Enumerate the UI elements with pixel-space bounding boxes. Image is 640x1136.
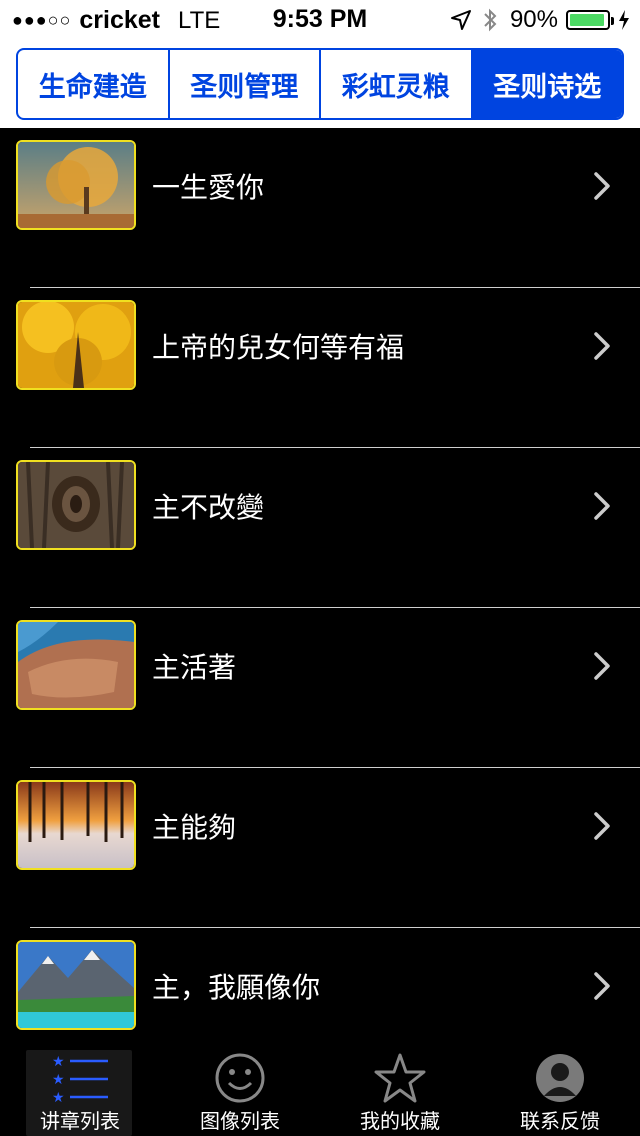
- svg-text:★: ★: [52, 1054, 65, 1070]
- list-item[interactable]: 主活著: [0, 608, 640, 768]
- tab-sermon-list[interactable]: ★ ★ ★ 讲章列表: [0, 1046, 160, 1136]
- chevron-right-icon: [594, 652, 610, 680]
- battery-icon: [566, 10, 614, 30]
- list-icon: ★ ★ ★: [52, 1054, 108, 1104]
- segment-lingliang[interactable]: 彩虹灵粮: [321, 50, 473, 118]
- list-item-title: 主不改變: [152, 491, 265, 524]
- list-item[interactable]: 主，我願像你: [0, 928, 640, 1046]
- list-item-title: 主能夠: [152, 811, 237, 844]
- tab-image-list[interactable]: 图像列表: [160, 1046, 320, 1136]
- thumbnail-golden-tree: [16, 300, 136, 390]
- location-icon: [450, 10, 471, 30]
- svg-text:★: ★: [52, 1090, 65, 1104]
- segment-shixuan[interactable]: 圣则诗选: [472, 50, 622, 118]
- thumbnail-winter-sunset: [16, 780, 136, 870]
- segment-shengming[interactable]: 生命建造: [18, 50, 170, 118]
- thumbnail-autumn-tree: [16, 140, 136, 230]
- list-item[interactable]: 主能夠: [0, 768, 640, 928]
- segmented-control: 生命建造 圣则管理 彩虹灵粮 圣则诗选: [16, 48, 624, 120]
- smiley-icon: [215, 1053, 265, 1103]
- segment-guanli[interactable]: 圣则管理: [170, 50, 321, 118]
- list-item[interactable]: 主不改變: [0, 448, 640, 608]
- tab-label: 我的收藏: [360, 1109, 440, 1133]
- tab-feedback[interactable]: 联系反馈: [480, 1046, 640, 1136]
- tab-label: 讲章列表: [40, 1109, 120, 1133]
- thumbnail-tree-bark: [16, 460, 136, 550]
- chevron-right-icon: [594, 972, 610, 1000]
- list-item[interactable]: 一生愛你: [0, 128, 640, 288]
- svg-text:★: ★: [52, 1072, 65, 1088]
- status-bar: ●●●○○ cricket LTE 9:53 PM 90%: [0, 0, 640, 40]
- tab-label: 图像列表: [200, 1109, 280, 1133]
- list-item-title: 上帝的兒女何等有福: [152, 331, 405, 364]
- list-item-title: 主，我願像你: [152, 971, 321, 1004]
- battery-percent: 90%: [509, 6, 558, 33]
- tab-bar: ★ ★ ★ 讲章列表 图像列表 我的收藏 联系反馈: [0, 1046, 640, 1136]
- tab-favorites[interactable]: 我的收藏: [320, 1046, 480, 1136]
- poem-list: 一生愛你 上帝的兒女何等有福 主不改變 主活著 主能夠 主，我願像你: [0, 128, 640, 1046]
- thumbnail-mountain-lake: [16, 940, 136, 1030]
- person-icon: [536, 1054, 584, 1102]
- chevron-right-icon: [594, 332, 610, 360]
- chevron-right-icon: [594, 812, 610, 840]
- tab-label: 联系反馈: [520, 1109, 600, 1133]
- bluetooth-icon: [484, 8, 497, 32]
- list-item-title: 一生愛你: [152, 171, 265, 204]
- thumbnail-coastal-city: [16, 620, 136, 710]
- list-item[interactable]: 上帝的兒女何等有福: [0, 288, 640, 448]
- chevron-right-icon: [594, 172, 610, 200]
- list-item-title: 主活著: [152, 651, 237, 684]
- segment-bar: 生命建造 圣则管理 彩虹灵粮 圣则诗选: [0, 40, 640, 128]
- charging-icon: [619, 10, 629, 30]
- chevron-right-icon: [594, 492, 610, 520]
- star-icon: [374, 1053, 426, 1103]
